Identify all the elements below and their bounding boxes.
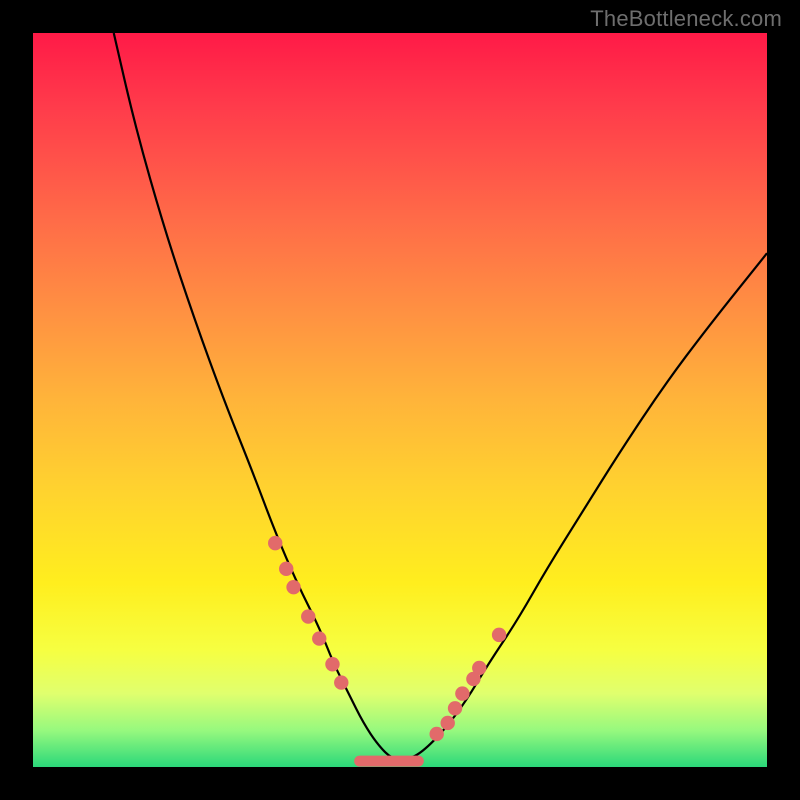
chart-overlay [33,33,767,767]
marker-point [325,657,339,671]
marker-point [268,536,282,550]
marker-point [301,609,315,623]
marker-point [441,716,455,730]
marker-point [312,631,326,645]
marker-point [448,701,462,715]
marker-point [286,580,300,594]
watermark-text: TheBottleneck.com [590,6,782,32]
marker-point [279,562,293,576]
marker-point [492,628,506,642]
chart-canvas: TheBottleneck.com [0,0,800,800]
marker-point [430,727,444,741]
marker-group [268,536,506,741]
marker-point [455,686,469,700]
bottleneck-curve [114,33,767,760]
marker-point [472,661,486,675]
marker-point [334,675,348,689]
